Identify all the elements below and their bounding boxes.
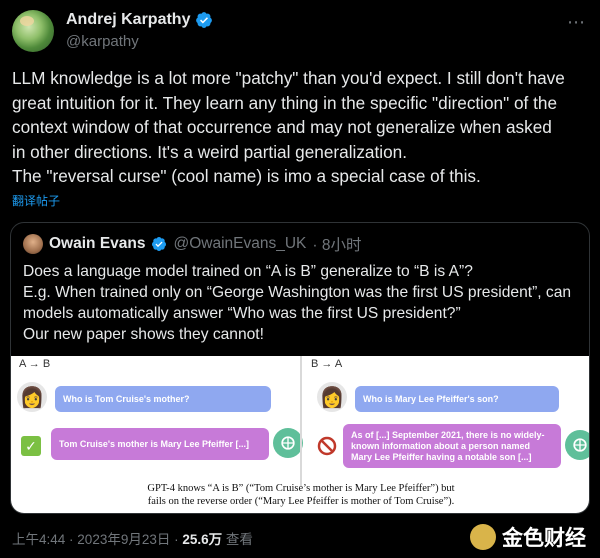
panel-divider [300,356,302,486]
quote-author-avatar [23,234,43,254]
quote-body: Does a language model trained on “A is B… [23,261,583,345]
tweet-line: LLM knowledge is a lot more "patchy" tha… [12,68,565,88]
author-name-row[interactable]: Andrej Karpathy [66,11,213,29]
answer-line: As of [...] September 2021, there is no … [351,429,545,440]
figure-panel-a-to-b: A → B 👩 Who is Tom Cruise's mother? ✓ To… [11,356,303,486]
watermark: 金色财经 [470,522,586,552]
tweet-line: in other directions. It's a weird partia… [12,141,407,162]
answer-line: Mary Lee Pfeiffer having a notable son [… [351,451,532,462]
figure-caption: GPT-4 knows “A is B” (“Tom Cruise’s moth… [11,482,589,508]
tweet-meta: 上午4:44 · 2023年9月23日 · 25.6万 查看 [12,528,253,548]
translate-link[interactable]: 翻译帖子 [12,192,60,209]
quote-line: E.g. When trained only on “George Washin… [23,284,572,301]
panel-label: A → B [19,358,51,370]
chatgpt-logo-icon [273,428,303,458]
chatgpt-logo-icon [565,430,589,460]
quote-timestamp: · 8小时 [312,237,362,254]
figure-panel-b-to-a: B → A 👩 Who is Mary Lee Pfeiffer's son? … [303,356,589,486]
tweet-date[interactable]: 2023年9月23日 [77,532,170,547]
checkmark-icon: ✓ [21,436,41,456]
more-options-icon[interactable]: ⋯ [567,12,586,33]
quote-figure-image[interactable]: A → B 👩 Who is Tom Cruise's mother? ✓ To… [11,356,589,513]
answer-bubble: As of [...] September 2021, there is no … [343,424,561,468]
question-bubble: Who is Tom Cruise's mother? [55,386,271,412]
tweet-line: The "reversal curse" (cool name) is imo … [12,166,481,186]
answer-line: known information about a person named [351,440,531,451]
caption-line: fails on the reverse order (“Mary Lee Pf… [147,496,455,507]
panel-label: B → A [311,358,343,370]
quote-author-name: Owain Evans [49,235,146,252]
no-entry-icon [317,436,337,456]
caption-line: GPT-4 knows “A is B” (“Tom Cruise’s moth… [147,483,455,494]
quote-line: models automatically answer “Who was the… [23,305,461,322]
user-face-icon: 👩 [17,382,47,412]
tweet-line: context window of that occurrence and ma… [12,117,552,137]
tweet-line: great intuition for it. They learn any t… [12,92,557,113]
quote-line: Our new paper shows they cannot! [23,326,264,343]
user-face-icon: 👩 [317,382,347,412]
verified-badge-icon [152,237,167,251]
quote-line: Does a language model trained on “A is B… [23,263,473,280]
views-count: 25.6万 [182,532,223,547]
watermark-logo-icon [470,524,496,550]
views-label: 查看 [225,532,253,547]
quote-tweet[interactable]: Owain Evans @OwainEvans_UK · 8小时 Does a … [10,222,590,514]
answer-bubble: Tom Cruise's mother is Mary Lee Pfeiffer… [51,428,269,460]
tweet-time[interactable]: 上午4:44 [12,532,65,547]
quote-author-handle: @OwainEvans_UK [173,235,307,252]
author-handle[interactable]: @karpathy [66,33,139,50]
tweet-body: LLM knowledge is a lot more "patchy" tha… [12,66,592,189]
question-bubble: Who is Mary Lee Pfeiffer's son? [355,386,559,412]
watermark-text: 金色财经 [502,527,586,550]
author-name[interactable]: Andrej Karpathy [66,11,190,29]
author-avatar[interactable] [12,10,54,52]
tweet-header: Andrej Karpathy @karpathy ⋯ [12,10,588,54]
verified-badge-icon [196,12,213,28]
quote-header: Owain Evans @OwainEvans_UK · 8小时 [23,233,361,255]
